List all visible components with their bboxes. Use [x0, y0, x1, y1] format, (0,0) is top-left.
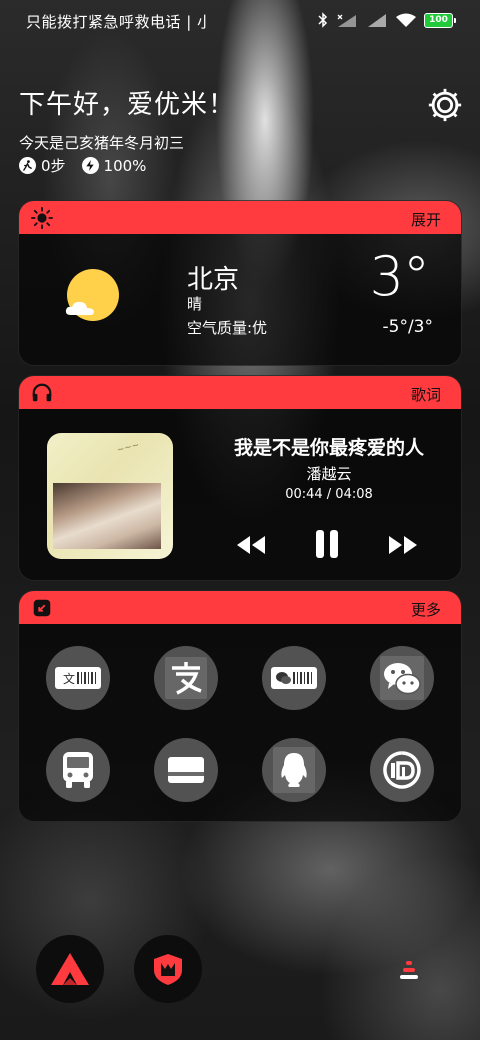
walk-icon	[19, 157, 36, 174]
next-icon[interactable]	[387, 534, 419, 556]
stats-row: 0步 100%	[19, 155, 146, 176]
weather-card-header: 展开	[19, 201, 461, 234]
album-cover[interactable]: ~~~	[47, 433, 173, 559]
lyrics-button[interactable]: 歌词	[411, 384, 441, 405]
app-a-button[interactable]	[36, 935, 104, 1003]
weather-cloud-icon	[65, 301, 94, 315]
song-time: 00:44 / 04:08	[285, 487, 373, 502]
status-bar: 只能拨打紧急呼救电话 | 小 100	[0, 0, 480, 40]
sun-icon	[31, 207, 53, 229]
greeting-text: 下午好，爱优米！	[19, 90, 236, 120]
air-quality: 空气质量:优	[187, 319, 268, 337]
mijia-shield-icon	[154, 954, 182, 985]
qq-button[interactable]	[262, 738, 326, 802]
previous-icon[interactable]	[235, 534, 267, 556]
alipay-button[interactable]	[154, 646, 218, 710]
settings-gear-icon[interactable]	[426, 86, 464, 124]
more-button[interactable]: 更多	[411, 599, 441, 620]
carrier-text: 只能拨打紧急呼救电话 | 小	[26, 13, 206, 31]
steps-value: 0步	[41, 157, 66, 175]
pause-icon[interactable]	[315, 528, 339, 560]
wifi-icon	[396, 13, 416, 27]
wechat-button[interactable]	[370, 646, 434, 710]
battery-icon: 100	[424, 12, 456, 28]
card-button[interactable]	[154, 738, 218, 802]
bus-button[interactable]	[46, 738, 110, 802]
weather-city: 北京	[187, 265, 240, 295]
song-artist: 潘越云	[306, 465, 352, 483]
song-title: 我是不是你最疼爱的人	[233, 437, 424, 459]
cover-photo	[53, 483, 161, 549]
signal-icon	[368, 14, 386, 27]
cover-texture: ~~~	[116, 440, 141, 456]
temperature-range: -5°/3°	[382, 317, 434, 337]
qq-icon	[273, 747, 315, 793]
current-temperature: 3°	[369, 245, 430, 308]
weather-condition: 晴	[187, 295, 203, 313]
mi-home-button[interactable]	[370, 738, 434, 802]
headphones-icon	[32, 383, 52, 402]
battery-stat: 100%	[81, 156, 147, 175]
alipay-icon	[165, 657, 207, 699]
music-card-header: 歌词	[19, 376, 461, 409]
a-logo-icon	[51, 953, 89, 985]
mi-home-icon	[383, 751, 421, 789]
lunar-date: 今天是己亥猪年冬月初三	[19, 134, 185, 152]
steps-stat: 0步	[19, 155, 66, 176]
app-drawer-icon[interactable]	[398, 960, 420, 980]
bluetooth-icon	[318, 12, 328, 28]
signal-x-icon	[337, 14, 356, 27]
shortcuts-card: 更多 文	[18, 590, 462, 822]
svg-text:文: 文	[63, 671, 75, 686]
alipay-pay-code-button[interactable]: 文	[46, 646, 110, 710]
music-card[interactable]: 歌词 ~~~ 我是不是你最疼爱的人 潘越云 00:44 / 04:08	[18, 375, 462, 581]
card-icon	[168, 757, 204, 783]
bus-icon	[63, 752, 93, 788]
alipay-pay-code-icon: 文	[55, 667, 101, 689]
weather-card[interactable]: 展开 北京 晴 空气质量:优 3° -5°/3°	[18, 200, 462, 366]
wechat-pay-code-button[interactable]	[262, 646, 326, 710]
mijia-button[interactable]	[134, 935, 202, 1003]
shortcuts-card-header: 更多	[19, 591, 461, 624]
bolt-icon	[81, 157, 99, 174]
wechat-icon	[380, 656, 424, 700]
battery-level: 100%	[103, 156, 147, 175]
shortcut-icon	[33, 599, 51, 617]
wechat-pay-code-icon	[271, 667, 317, 689]
expand-button[interactable]: 展开	[411, 209, 441, 230]
